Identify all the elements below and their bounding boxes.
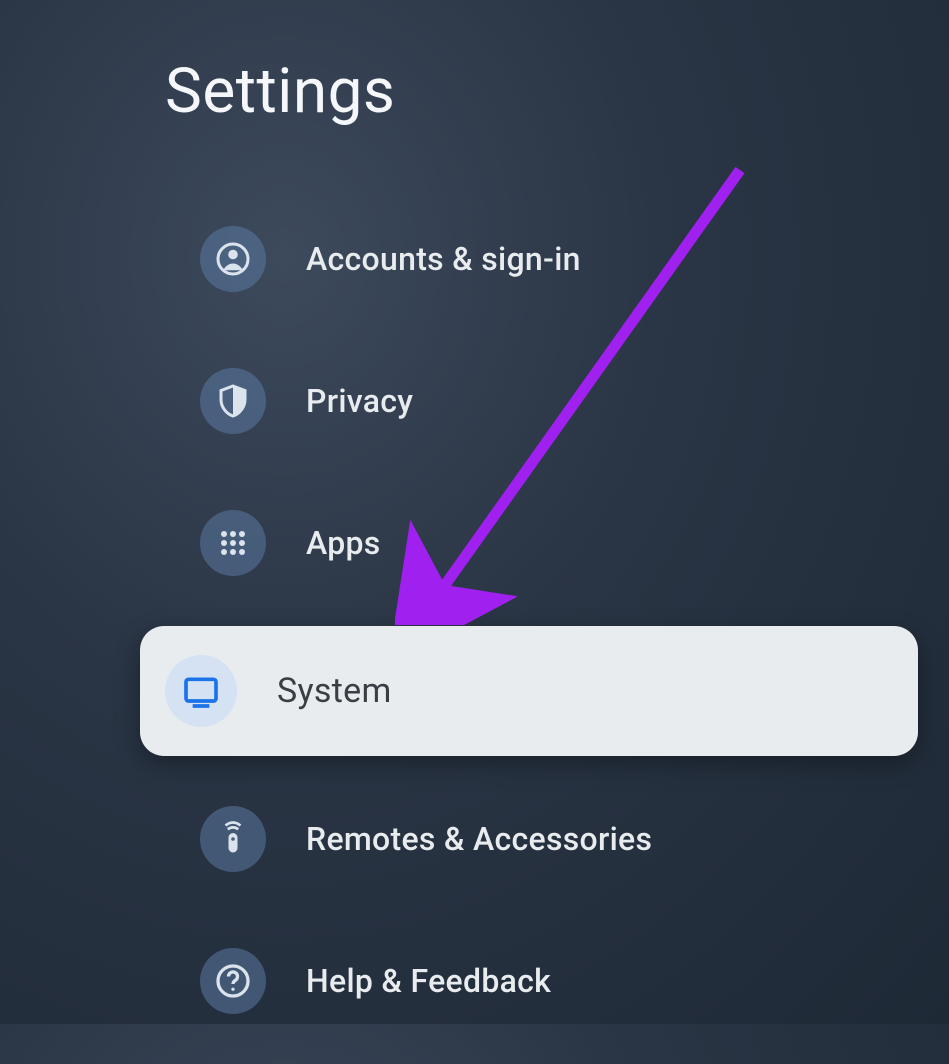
help-icon [200, 948, 266, 1014]
menu-item-label: Remotes & Accessories [306, 820, 652, 858]
monitor-icon [165, 655, 237, 727]
shield-icon [200, 368, 266, 434]
menu-item-label: Help & Feedback [306, 962, 551, 1000]
account-icon [200, 226, 266, 292]
page-title: Settings [165, 55, 395, 128]
menu-item-label: Privacy [306, 382, 413, 420]
menu-item-help[interactable]: Help & Feedback [170, 922, 910, 1040]
menu-item-privacy[interactable]: Privacy [170, 342, 910, 460]
menu-item-system[interactable]: System [140, 626, 918, 756]
settings-menu: Accounts & sign-in Privacy Apps [170, 200, 910, 1064]
remote-icon [200, 806, 266, 872]
menu-item-remotes[interactable]: Remotes & Accessories [170, 780, 910, 898]
menu-item-label: Accounts & sign-in [306, 240, 581, 278]
menu-item-label: Apps [306, 524, 381, 562]
menu-item-accounts[interactable]: Accounts & sign-in [170, 200, 910, 318]
menu-item-apps[interactable]: Apps [170, 484, 910, 602]
apps-grid-icon [200, 510, 266, 576]
menu-item-label: System [277, 671, 392, 711]
